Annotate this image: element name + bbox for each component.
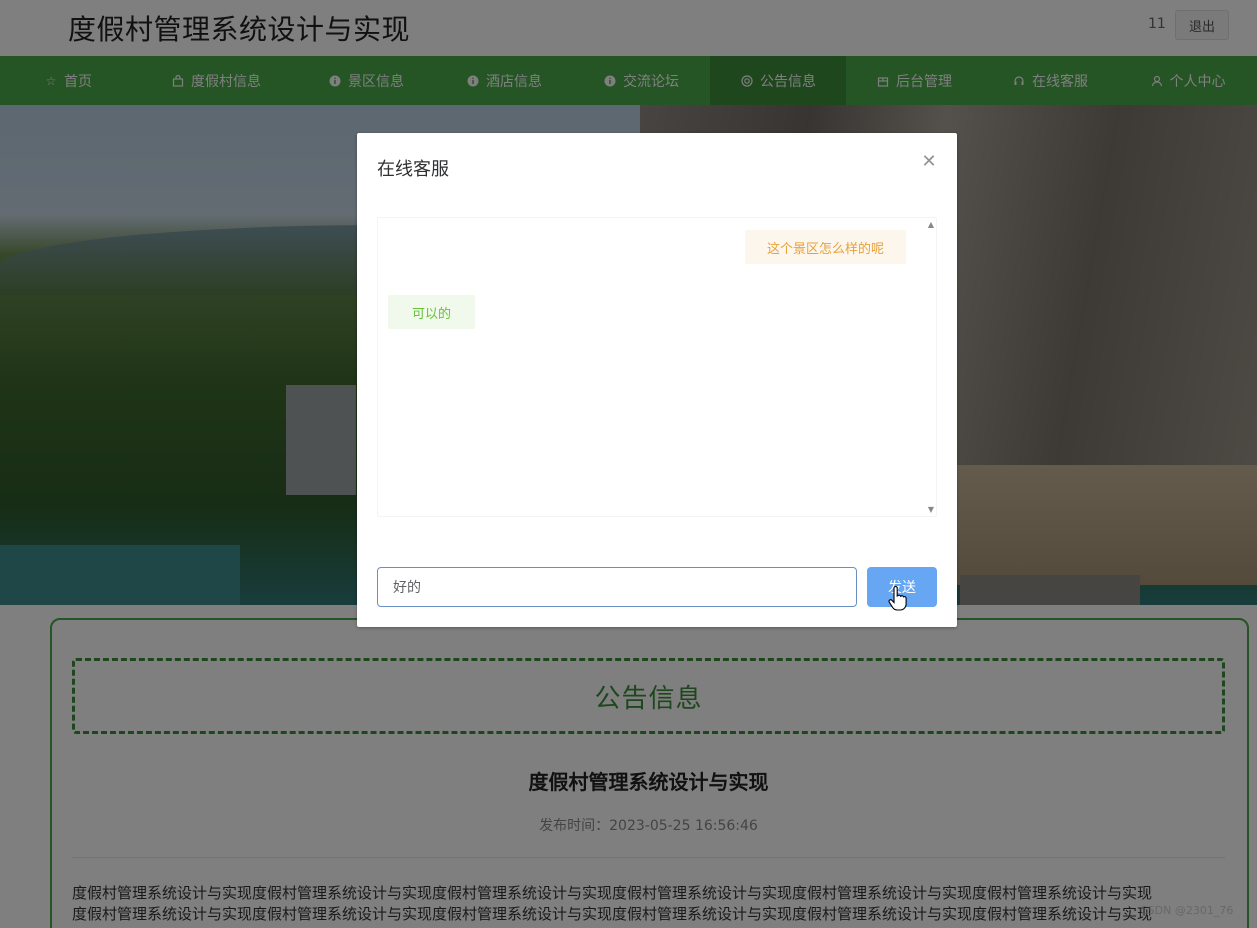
scroll-up-arrow-icon[interactable]: ▲ <box>928 220 934 229</box>
chat-message-area[interactable]: 这个景区怎么样的呢 可以的 ▲ ▼ <box>377 217 937 517</box>
scroll-down-arrow-icon[interactable]: ▼ <box>928 505 934 514</box>
close-icon[interactable]: ✕ <box>919 151 939 172</box>
chat-message-agent: 可以的 <box>388 295 476 329</box>
chat-message-input[interactable] <box>377 567 857 607</box>
dialog-title: 在线客服 <box>377 159 449 180</box>
chat-message-user: 这个景区怎么样的呢 <box>744 230 906 264</box>
customer-service-dialog: 在线客服 ✕ 这个景区怎么样的呢 可以的 ▲ ▼ 发送 <box>357 133 957 627</box>
hand-cursor-icon <box>888 586 907 611</box>
